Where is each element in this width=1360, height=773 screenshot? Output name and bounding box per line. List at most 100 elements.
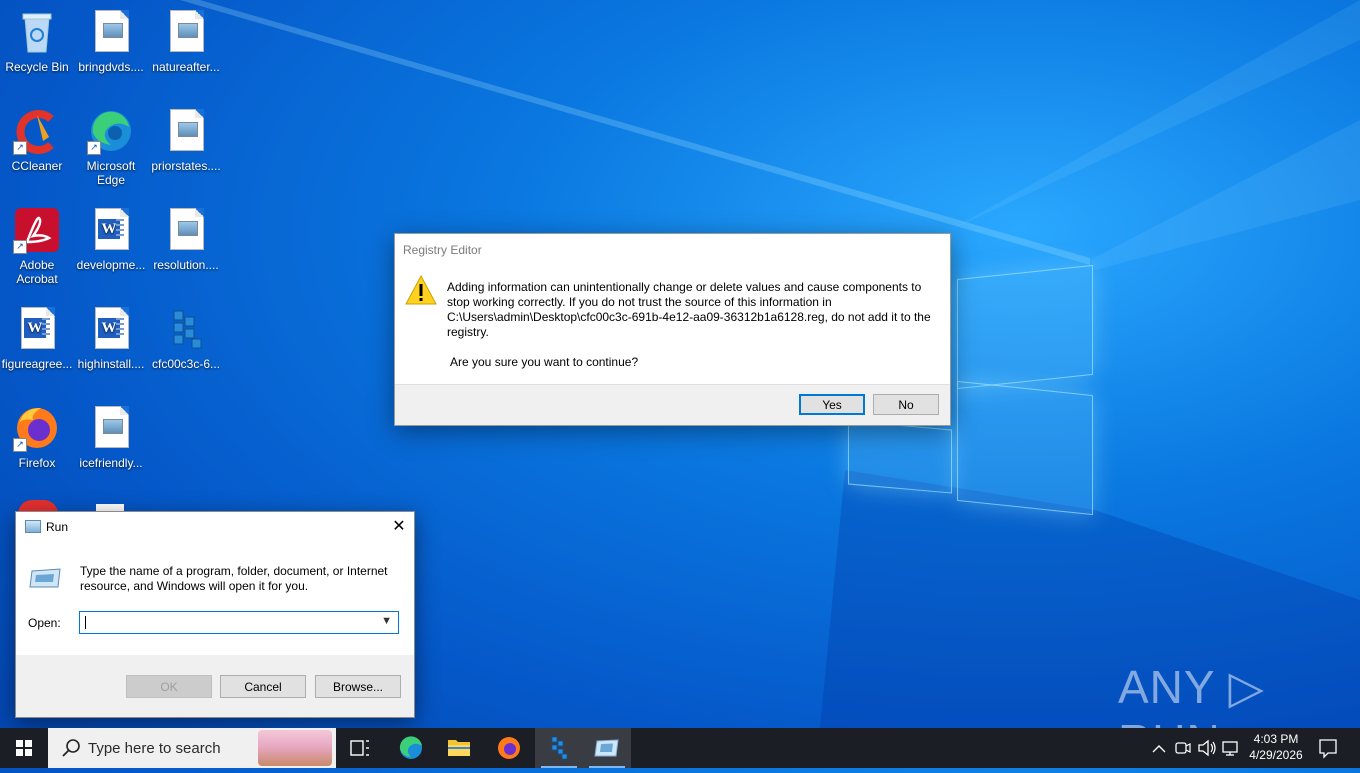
word-document-icon: W xyxy=(13,305,61,353)
image-file-icon xyxy=(162,8,210,56)
meet-now-button[interactable] xyxy=(1172,728,1192,768)
clock[interactable]: 4:03 PM 4/29/2026 xyxy=(1242,731,1310,763)
edge-icon: ↗ xyxy=(87,107,135,155)
desktop-icon-cfc00c3c[interactable]: cfc00c3c-6... xyxy=(149,305,223,371)
shortcut-arrow-icon: ↗ xyxy=(13,141,27,155)
taskbar-edge[interactable] xyxy=(387,728,435,768)
desktop-icon-recycle-bin[interactable]: Recycle Bin xyxy=(0,8,74,74)
yes-button[interactable]: Yes xyxy=(799,394,865,415)
search-placeholder: Type here to search xyxy=(88,740,221,757)
desktop-icon-bringdvds[interactable]: bringdvds.... xyxy=(74,8,148,74)
notifications-button[interactable] xyxy=(1314,728,1342,768)
task-view-button[interactable] xyxy=(336,728,384,768)
run-app-icon xyxy=(25,520,41,533)
registry-editor-icon xyxy=(551,736,568,760)
desktop-icon-priorstates[interactable]: priorstates.... xyxy=(149,107,223,173)
warning-icon xyxy=(404,274,438,306)
desktop-icon-firefox[interactable]: ↗ Firefox xyxy=(0,404,74,470)
run-icon xyxy=(28,567,62,589)
open-combobox[interactable]: ▼ xyxy=(79,611,399,634)
desktop-icon-label: cfc00c3c-6... xyxy=(151,357,221,371)
windows-logo-pane-tl xyxy=(957,264,1093,390)
run-description: Type the name of a program, folder, docu… xyxy=(80,564,388,593)
no-button[interactable]: No xyxy=(873,394,939,415)
edge-icon xyxy=(399,736,422,759)
windows-logo-pane-bl2 xyxy=(848,420,952,494)
desktop-icon-acrobat[interactable]: ↗ Adobe Acrobat xyxy=(0,206,74,286)
desktop-icon-label: CCleaner xyxy=(11,159,63,173)
desktop-icon-label: natureafter... xyxy=(152,60,220,74)
desktop-icon-label: highinstall.... xyxy=(77,357,145,371)
shortcut-arrow-icon: ↗ xyxy=(13,438,27,452)
show-hidden-icons[interactable] xyxy=(1150,728,1168,768)
dialog-message: Adding information can unintentionally c… xyxy=(447,280,931,339)
shortcut-arrow-icon: ↗ xyxy=(13,240,27,254)
dialog-title: Registry Editor xyxy=(403,243,482,257)
registry-editor-dialog: Registry Editor Adding information can u… xyxy=(394,233,951,426)
desktop-icon-label: priorstates.... xyxy=(151,159,221,173)
browse-button[interactable]: Browse... xyxy=(315,675,401,698)
notification-icon xyxy=(1319,739,1337,759)
run-title: Run xyxy=(46,520,69,534)
image-file-icon xyxy=(87,8,135,56)
network-button[interactable] xyxy=(1220,728,1242,768)
run-dialog: Run ✕ Type the name of a program, folder… xyxy=(15,511,415,718)
meet-now-icon xyxy=(1175,742,1191,754)
image-file-icon xyxy=(162,206,210,254)
word-document-icon: W xyxy=(87,206,135,254)
desktop-icon-label: Microsoft Edge xyxy=(86,159,136,187)
taskbar-registry-editor[interactable] xyxy=(535,728,583,768)
desktop-icon-resolution[interactable]: resolution.... xyxy=(149,206,223,272)
desktop-icon-natureafter[interactable]: natureafter... xyxy=(149,8,223,74)
task-view-icon xyxy=(350,740,369,756)
desktop-icon-ccleaner[interactable]: ↗ CCleaner xyxy=(0,107,74,173)
image-file-icon xyxy=(162,107,210,155)
firefox-icon: ↗ xyxy=(13,404,61,452)
dialog-question: Are you sure you want to continue? xyxy=(450,355,639,369)
windows-start-icon xyxy=(16,740,32,756)
taskbar: Type here to search 4:03 PM 4/29/2026 xyxy=(0,728,1360,768)
chevron-down-icon[interactable]: ▼ xyxy=(381,615,392,627)
desktop-icon-label: icefriendly... xyxy=(79,456,143,470)
desktop-icon-edge[interactable]: ↗ Microsoft Edge xyxy=(74,107,148,187)
word-document-icon: W xyxy=(87,305,135,353)
cancel-button[interactable]: Cancel xyxy=(220,675,306,698)
run-titlebar[interactable]: Run ✕ xyxy=(16,512,414,542)
firefox-icon xyxy=(498,737,520,759)
folder-icon xyxy=(448,740,470,756)
image-file-icon xyxy=(87,404,135,452)
close-icon[interactable]: ✕ xyxy=(384,512,414,542)
chevron-up-icon xyxy=(1152,745,1166,753)
desktop-icon-label: developme... xyxy=(76,258,146,272)
desktop-icon-developme[interactable]: W developme... xyxy=(74,206,148,272)
desktop-icon-label: resolution.... xyxy=(153,258,219,272)
desktop-icon-label: bringdvds.... xyxy=(78,60,144,74)
dialog-footer: Yes No xyxy=(395,384,950,425)
speaker-icon xyxy=(1198,739,1216,757)
recycle-bin-icon xyxy=(13,8,61,56)
clock-date: 4/29/2026 xyxy=(1249,748,1303,762)
desktop-icon-label: Adobe Acrobat xyxy=(16,258,58,286)
shortcut-arrow-icon: ↗ xyxy=(87,141,101,155)
open-label: Open: xyxy=(28,616,61,630)
ok-button[interactable]: OK xyxy=(126,675,212,698)
search-highlight-art xyxy=(258,730,332,766)
desktop-icon-figureagree[interactable]: W figureagree... xyxy=(0,305,74,371)
network-icon xyxy=(1222,741,1238,756)
search-icon xyxy=(61,738,81,758)
volume-button[interactable] xyxy=(1196,728,1218,768)
windows-logo-pane-bl xyxy=(957,380,1093,516)
desktop-icon-label: Firefox xyxy=(18,456,56,470)
start-button[interactable] xyxy=(0,728,48,768)
text-caret xyxy=(85,616,86,629)
clock-time: 4:03 PM xyxy=(1253,732,1299,746)
desktop-icon-icefriendly[interactable]: icefriendly... xyxy=(74,404,148,470)
desktop-icon-highinstall[interactable]: W highinstall.... xyxy=(74,305,148,371)
taskbar-file-explorer[interactable] xyxy=(435,728,483,768)
taskbar-run[interactable] xyxy=(583,728,631,768)
taskbar-firefox[interactable] xyxy=(485,728,533,768)
taskbar-search-box[interactable]: Type here to search xyxy=(48,728,336,768)
acrobat-icon: ↗ xyxy=(13,206,61,254)
run-footer: OK Cancel Browse... xyxy=(16,655,414,717)
desktop-icon-label: Recycle Bin xyxy=(5,60,69,74)
